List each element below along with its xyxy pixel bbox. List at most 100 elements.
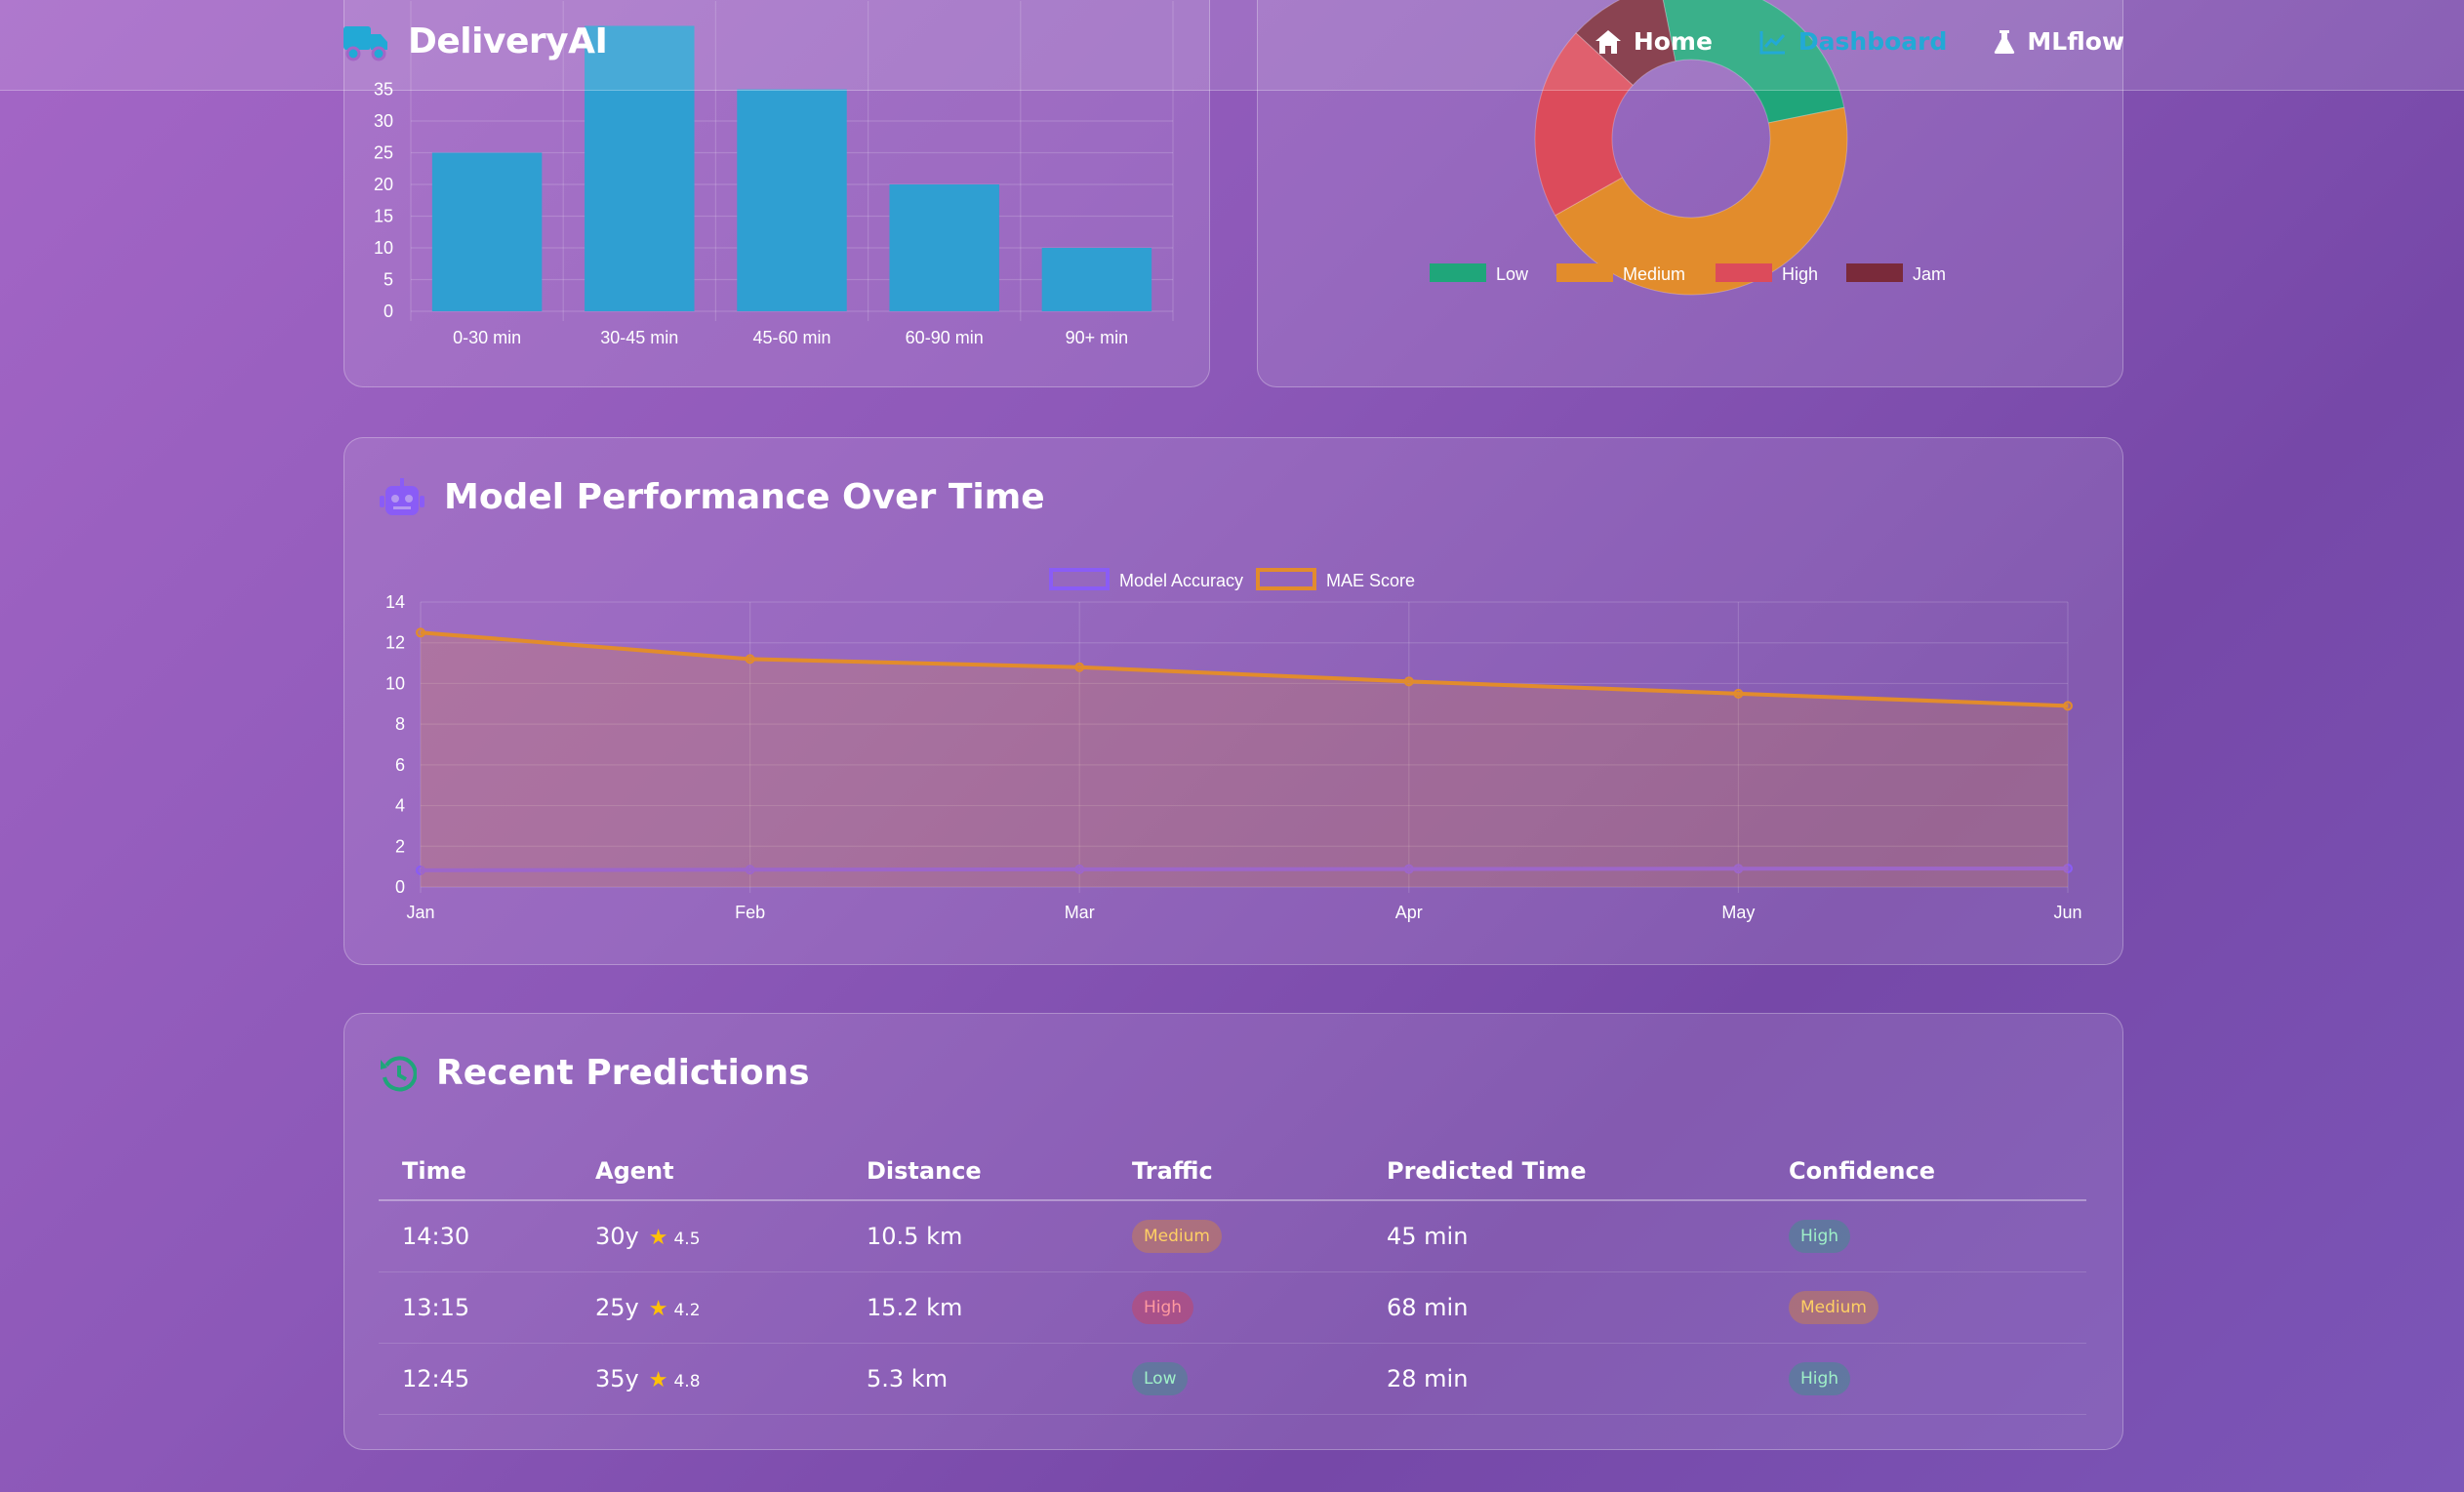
nav-link-label: Dashboard: [1798, 27, 1948, 56]
predictions-card-title: Recent Predictions: [380, 1053, 810, 1093]
agent-age: 25y: [595, 1293, 639, 1321]
y-tick-label: 15: [374, 207, 393, 226]
confidence-badge: High: [1789, 1361, 1851, 1395]
time-cell: 13:15: [379, 1271, 572, 1344]
confidence-cell: High: [1765, 1343, 2086, 1415]
nav-link-home[interactable]: Home: [1595, 27, 1713, 56]
nav-link-dashboard[interactable]: Dashboard: [1759, 27, 1947, 56]
x-tick-label: 90+ min: [1066, 328, 1129, 347]
y-tick-label: 10: [385, 673, 405, 693]
nav-link-label: Home: [1633, 27, 1713, 56]
legend-label: Low: [1496, 264, 1529, 284]
brand[interactable]: DeliveryAI: [343, 21, 608, 61]
y-tick-label: 8: [395, 714, 405, 734]
legend-swatch: [1256, 568, 1316, 590]
y-tick-label: 20: [374, 175, 393, 194]
data-point: [745, 654, 755, 665]
legend-label: High: [1782, 264, 1818, 284]
history-icon: [381, 1055, 417, 1091]
agent-rating: 4.8: [673, 1371, 701, 1391]
agent-age: 30y: [595, 1222, 639, 1250]
predictions-table: Time Agent Distance Traffic Predicted Ti…: [379, 1142, 2086, 1415]
time-cell: 14:30: [379, 1200, 572, 1272]
data-point: [2063, 701, 2073, 711]
data-point: [1074, 662, 1085, 672]
legend-swatch: [1846, 263, 1903, 282]
predicted-time-cell: 28 min: [1363, 1343, 1765, 1415]
star-icon: ★: [648, 1296, 668, 1321]
traffic-cell: Medium: [1109, 1200, 1363, 1272]
performance-line-chart: 0 2 4 6 8 10 12 14 Jan Feb Mar Apr May Jun Model Accur…: [385, 568, 2082, 922]
legend-label: Jam: [1913, 264, 1946, 284]
legend-swatch: [1430, 263, 1486, 282]
table-row: 12:45 35y ★ 4.8 5.3 km Low 28 min High: [379, 1343, 2086, 1415]
column-header: Traffic: [1109, 1142, 1363, 1201]
agent-age: 35y: [595, 1364, 639, 1392]
confidence-badge: Medium: [1789, 1290, 1878, 1324]
y-tick-label: 30: [374, 111, 393, 131]
column-header: Confidence: [1765, 1142, 2086, 1201]
distance-cell: 15.2 km: [843, 1271, 1109, 1344]
data-point: [416, 627, 425, 638]
x-tick-label: 30-45 min: [600, 328, 678, 347]
star-icon: ★: [648, 1225, 668, 1250]
flask-icon: [1995, 29, 2015, 54]
traffic-badge: Low: [1132, 1361, 1189, 1395]
column-header: Agent: [572, 1142, 843, 1201]
x-tick-label: May: [1721, 903, 1755, 922]
bar: [737, 89, 847, 311]
predictions-title-text: Recent Predictions: [436, 1053, 810, 1093]
traffic-badge: High: [1132, 1290, 1194, 1324]
star-icon: ★: [648, 1367, 668, 1392]
home-icon: [1595, 29, 1621, 54]
x-tick-label: 0-30 min: [453, 328, 521, 347]
x-tick-label: Jan: [406, 903, 434, 922]
series-area: [421, 632, 2068, 887]
y-tick-label: 0: [384, 302, 393, 321]
table-row: 13:15 25y ★ 4.2 15.2 km High 68 min Medium: [379, 1271, 2086, 1344]
confidence-cell: High: [1765, 1200, 2086, 1272]
agent-rating: 4.2: [673, 1300, 701, 1320]
navbar: DeliveryAI Home Dashboard MLflow: [0, 0, 2464, 91]
bar: [431, 152, 543, 311]
traffic-cell: High: [1109, 1271, 1363, 1344]
y-tick-label: 0: [395, 877, 405, 897]
performance-card: Model Performance Over Time 0 2 4 6 8 10 12 14 J…: [343, 437, 2123, 965]
confidence-cell: Medium: [1765, 1271, 2086, 1344]
legend-label: MAE Score: [1326, 571, 1415, 590]
x-tick-label: Jun: [2053, 903, 2081, 922]
agent-cell: 35y ★ 4.8: [572, 1343, 843, 1415]
distance-cell: 5.3 km: [843, 1343, 1109, 1415]
truck-icon: [343, 25, 387, 60]
x-tick-label: Feb: [735, 903, 765, 922]
column-header: Predicted Time: [1363, 1142, 1765, 1201]
x-tick-label: Apr: [1395, 903, 1423, 922]
predicted-time-cell: 45 min: [1363, 1200, 1765, 1272]
y-tick-label: 5: [384, 270, 393, 290]
predicted-time-cell: 68 min: [1363, 1271, 1765, 1344]
data-point: [1403, 676, 1414, 687]
y-tick-label: 14: [385, 592, 405, 612]
bar: [889, 184, 999, 311]
legend-label: Medium: [1623, 264, 1685, 284]
agent-cell: 30y ★ 4.5: [572, 1200, 843, 1272]
y-tick-label: 6: [395, 755, 405, 775]
traffic-badge: Medium: [1132, 1219, 1222, 1253]
legend-swatch: [1716, 263, 1772, 282]
brand-name: DeliveryAI: [408, 21, 608, 61]
nav-link-label: MLflow: [2027, 27, 2124, 56]
nav-link-mlflow[interactable]: MLflow: [1994, 27, 2124, 56]
table-header-row: Time Agent Distance Traffic Predicted Ti…: [379, 1142, 2086, 1201]
traffic-cell: Low: [1109, 1343, 1363, 1415]
y-tick-label: 25: [374, 143, 393, 163]
legend-label: Model Accuracy: [1119, 571, 1243, 590]
confidence-badge: High: [1789, 1219, 1851, 1253]
time-cell: 12:45: [379, 1343, 572, 1415]
legend-swatch: [1556, 263, 1613, 282]
legend-swatch: [1049, 568, 1110, 590]
column-header: Time: [379, 1142, 572, 1201]
data-point: [1733, 688, 1744, 699]
y-tick-label: 12: [385, 633, 405, 653]
nav-links: Home Dashboard MLflow: [1595, 27, 2124, 56]
y-tick-label: 10: [374, 238, 393, 258]
